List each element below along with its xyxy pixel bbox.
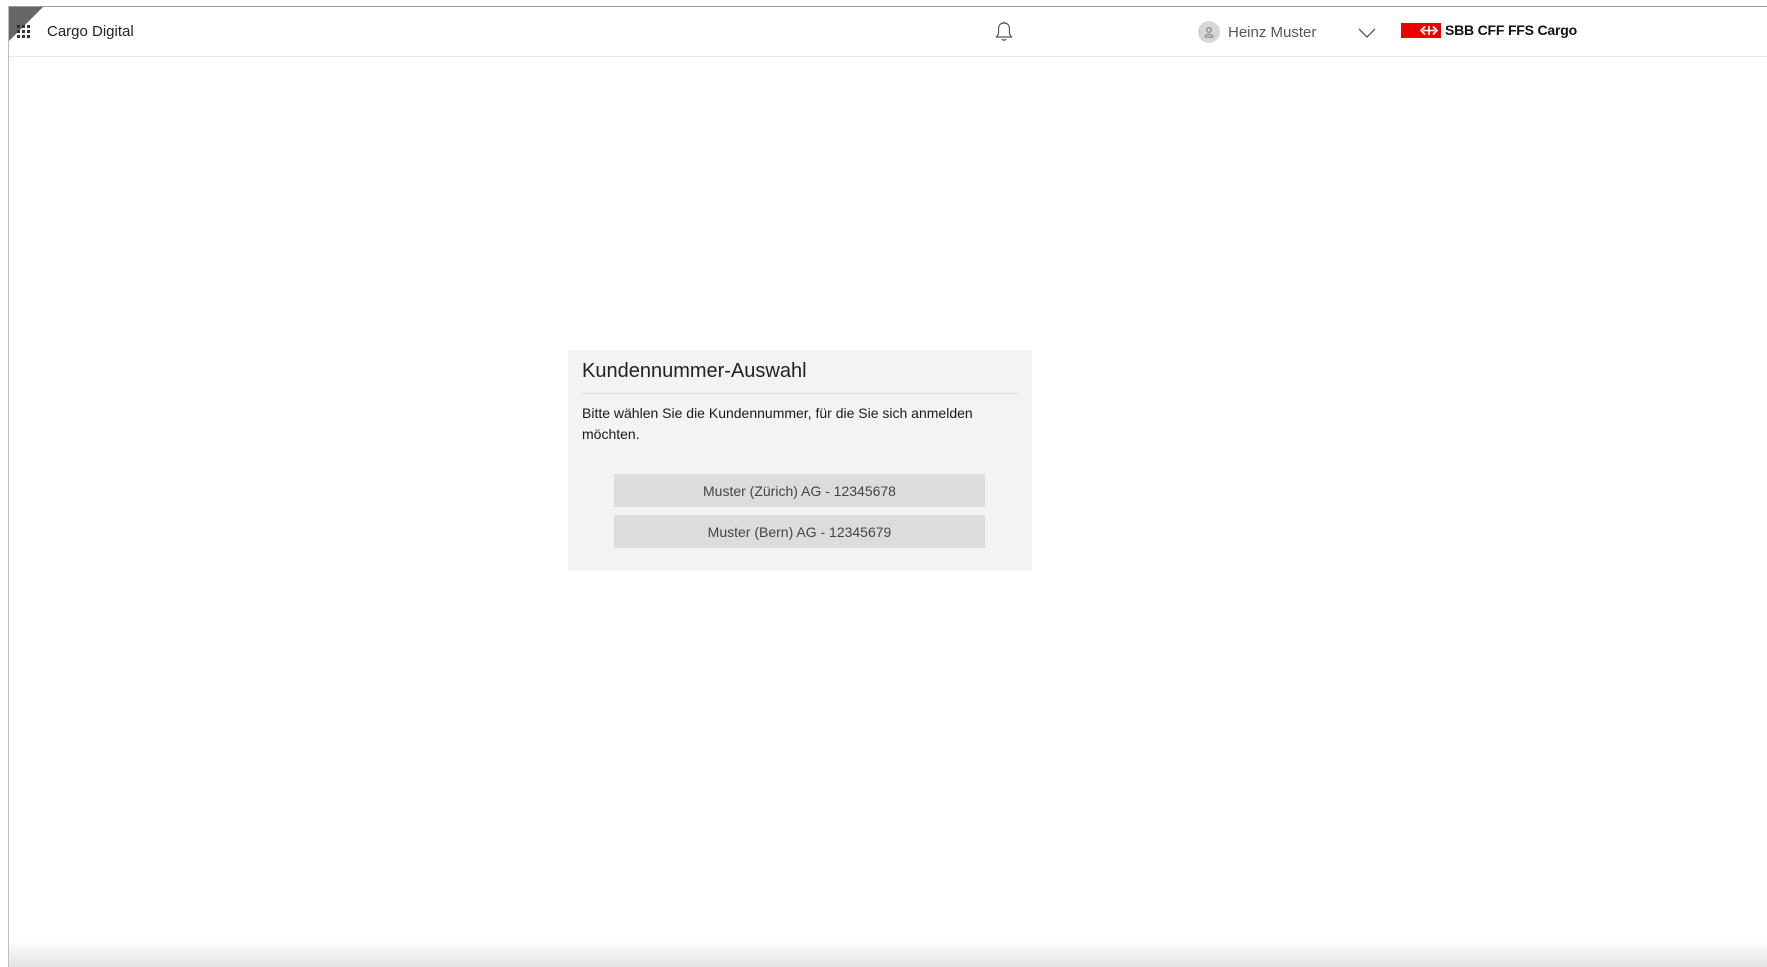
sbb-logo-icon bbox=[1401, 22, 1441, 38]
user-name: Heinz Muster bbox=[1228, 23, 1317, 41]
brand-logo: SBB CFF FFS Cargo bbox=[1401, 22, 1577, 38]
brand-text: SBB CFF FFS Cargo bbox=[1445, 22, 1577, 38]
dialog-description: Bitte wählen Sie die Kundennummer, für d… bbox=[582, 405, 973, 442]
bottom-shadow bbox=[9, 941, 1767, 967]
customer-option-button[interactable]: Muster (Zürich) AG - 12345678 bbox=[614, 474, 985, 507]
user-menu[interactable]: Heinz Muster bbox=[1198, 20, 1316, 44]
bell-icon[interactable] bbox=[994, 21, 1014, 43]
app-title[interactable]: Cargo Digital bbox=[47, 23, 134, 40]
top-header: Cargo Digital Heinz Muster SBB CFF FFS C… bbox=[9, 7, 1767, 57]
customer-number-dialog: Kundennummer-Auswahl Bitte wählen Sie di… bbox=[568, 350, 1032, 571]
dialog-title: Kundennummer-Auswahl bbox=[582, 350, 1018, 394]
avatar-icon bbox=[1198, 21, 1220, 43]
customer-option-button[interactable]: Muster (Bern) AG - 12345679 bbox=[614, 515, 985, 548]
app-window: Cargo Digital Heinz Muster SBB CFF FFS C… bbox=[8, 6, 1767, 967]
chevron-down-icon[interactable] bbox=[1358, 26, 1376, 38]
grid-icon[interactable] bbox=[17, 25, 31, 39]
